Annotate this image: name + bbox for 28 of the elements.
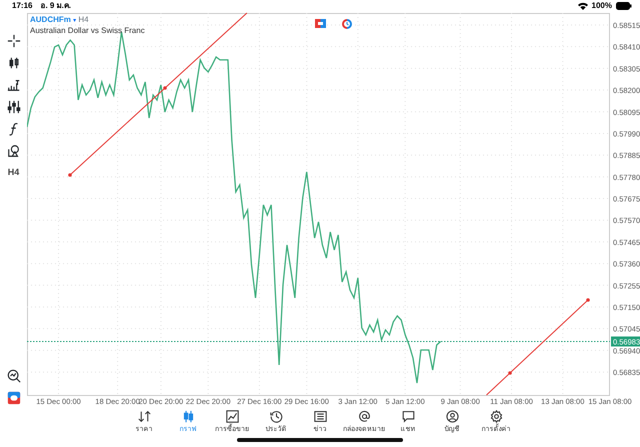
one-click-trading-icon[interactable] [315,19,326,28]
indicators-icon[interactable] [6,78,20,92]
history-icon [270,410,282,423]
chat-icon [402,410,414,423]
battery-icon [616,2,632,10]
battery-level: 100% [592,0,612,12]
news-icon [314,410,326,423]
one-click-trading-icon[interactable] [6,391,20,405]
timeframe-label: H4 [78,15,89,24]
buy-sell-arrows-icon [138,410,150,423]
line-chart-icon [226,410,238,423]
function-icon[interactable] [6,122,20,136]
settings-icon [490,410,502,423]
timeframe-button[interactable]: H4 [8,166,20,180]
clock: 17:16 [12,0,32,12]
candlestick-icon[interactable] [6,56,20,70]
symbol-name[interactable]: AUDCHFm [30,15,71,24]
account-icon [446,410,458,423]
candlestick-icon [182,410,194,423]
crosshair-icon[interactable] [6,34,20,48]
wifi-icon [578,2,588,10]
chart-search-icon[interactable] [6,369,20,383]
symbol-description: Australian Dollar vs Swiss Franc [30,26,145,36]
clock-icon[interactable] [342,19,352,29]
date: อ. 9 ม.ค. [40,0,72,12]
shapes-icon[interactable] [6,144,20,158]
sliders-icon[interactable] [6,100,20,114]
mailbox-icon [358,410,370,423]
